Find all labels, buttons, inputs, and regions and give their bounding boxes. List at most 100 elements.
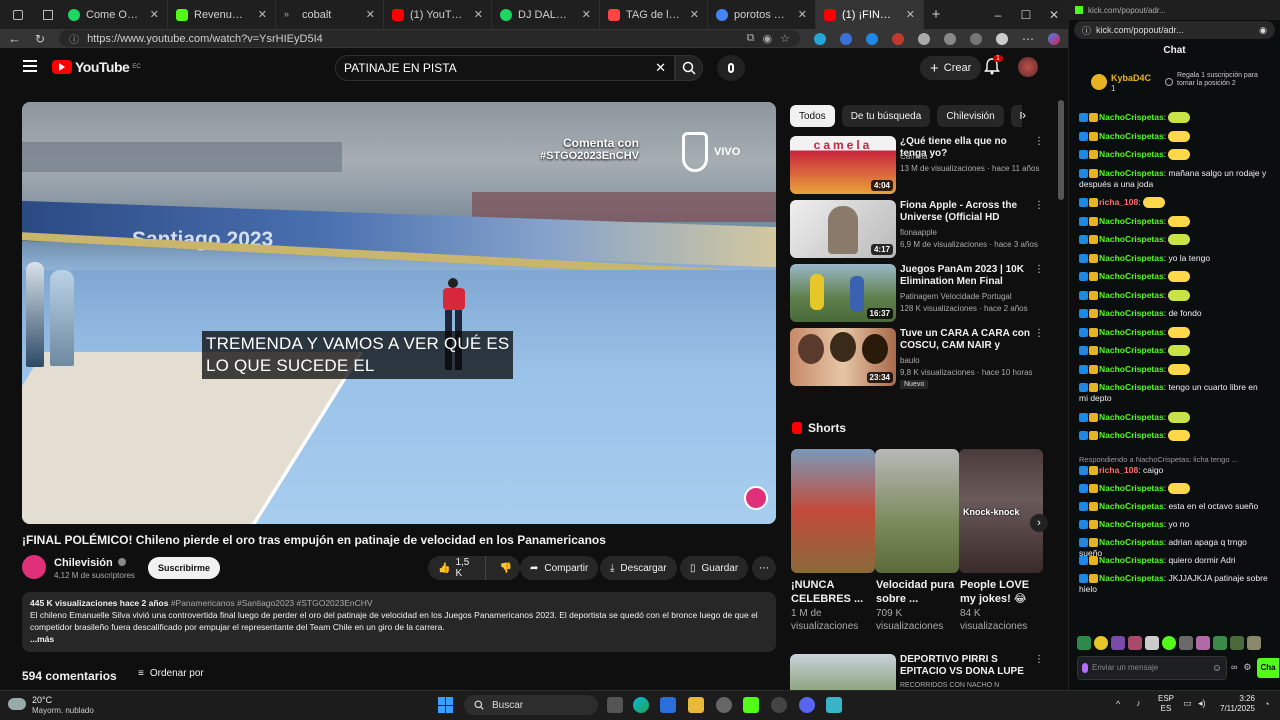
like-button[interactable]: 👍 1,5 K [428,556,486,580]
tracking-icon[interactable]: ◉ [763,32,773,45]
tab-close-icon[interactable]: ✕ [258,8,267,21]
tab-7-active[interactable]: (1) ¡FINAL POLÉMIC✕ [816,0,924,29]
notification-center-icon[interactable]: ◔ [1264,699,1269,709]
dislike-button[interactable]: 👎 [492,563,520,574]
chat-username[interactable]: NachoCrispetas [1099,382,1164,392]
channel-name[interactable]: Chilevisión [54,557,126,569]
share-button[interactable]: ➦ Compartir [520,556,599,580]
chat-username[interactable]: NachoCrispetas [1099,216,1164,226]
channel-avatar[interactable] [22,555,46,579]
bookmark-star-icon[interactable]: ☆ [780,32,790,45]
chat-send-button[interactable]: Cha [1257,658,1279,678]
chip-from-search[interactable]: De tu búsqueda [841,105,931,127]
url-field[interactable]: ⓘ https://www.youtube.com/watch?v=YsrHIE… [59,30,800,47]
tab-close-icon[interactable]: ✕ [366,8,375,21]
tab-close-icon[interactable]: ✕ [150,8,159,21]
chips-next-icon[interactable]: › [1022,108,1026,122]
close-window-icon[interactable]: ✕ [1040,8,1068,22]
emoji-icon[interactable]: ☺ [1212,663,1222,674]
emote-icon[interactable] [1179,636,1193,650]
emote-icon[interactable] [1111,636,1125,650]
task-view-icon[interactable] [607,697,623,713]
chat-username[interactable]: NachoCrispetas [1099,290,1164,300]
chat-url-bar[interactable]: ⓘ kick.com/popout/adr... ◉ [1074,21,1275,39]
chat-username[interactable]: NachoCrispetas [1099,271,1164,281]
tab-1[interactable]: Revenue - Kick Dash✕ [168,0,276,29]
more-actions-button[interactable]: ⋯ [752,556,776,580]
rec-video-0[interactable]: camela 4:04 ¿Qué tiene ella que no tenga… [790,136,1045,196]
download-button[interactable]: ⤓ Descargar [600,556,677,580]
chat-username[interactable]: richa_108 [1099,197,1138,207]
back-icon[interactable]: ← [8,31,21,46]
tab-0[interactable]: Come Over - Radio✕ [60,0,168,29]
emote-icon[interactable] [1162,636,1176,650]
voice-search-button[interactable] [717,55,745,81]
chat-username[interactable]: NachoCrispetas [1099,112,1164,122]
chat-username[interactable]: NachoCrispetas [1099,412,1164,422]
tab-close-icon[interactable]: ✕ [906,8,915,21]
emote-icon[interactable] [1077,636,1091,650]
tab-close-icon[interactable]: ✕ [798,8,807,21]
hamburger-menu-icon[interactable] [23,60,37,72]
chat-username[interactable]: NachoCrispetas [1099,483,1164,493]
chat-username[interactable]: richa_108 [1099,465,1138,475]
chat-username[interactable]: NachoCrispetas [1099,555,1164,565]
emote-icon[interactable] [1196,636,1210,650]
chat-username[interactable]: NachoCrispetas [1099,234,1164,244]
chat-username[interactable]: NachoCrispetas [1099,253,1164,263]
tab-close-icon[interactable]: ✕ [474,8,483,21]
chat-username[interactable]: NachoCrispetas [1099,131,1164,141]
emote-icon[interactable] [1247,636,1261,650]
maximize-icon[interactable]: ☐ [1012,8,1040,22]
shorts-next-icon[interactable]: › [1030,514,1048,532]
show-more-link[interactable]: ...más [30,633,768,645]
more-menu-icon[interactable]: ⋯ [1022,32,1034,46]
store-icon[interactable] [660,697,676,713]
extensions-puzzle-icon[interactable] [944,32,956,45]
chat-input[interactable]: Enviar un mensaje ☺ [1077,656,1227,680]
tab-sidebar-icon[interactable] [36,0,60,29]
chat-username[interactable]: NachoCrispetas [1099,573,1164,583]
reload-icon[interactable]: ↻ [35,32,45,46]
more-vertical-icon[interactable]: ⋮ [1034,136,1044,147]
create-button[interactable]: + Crear [920,56,982,80]
chat-username[interactable]: NachoCrispetas [1099,168,1164,178]
rec-video-4[interactable]: DEPORTIVO PIRRI S EPITACIO VS DONA LUPE … [790,654,1045,690]
description-box[interactable]: 445 K visualizaciones hace 2 años #Panam… [22,592,776,652]
browser-menu-icon[interactable] [0,0,36,29]
tab-3[interactable]: (1) YouTube ✕ [384,0,492,29]
chat-username[interactable]: NachoCrispetas [1099,345,1164,355]
copilot-icon[interactable] [1048,32,1060,45]
sort-comments-button[interactable]: ≡ Ordenar por [138,668,204,679]
app-icon[interactable] [771,697,787,713]
chat-username[interactable]: NachoCrispetas [1099,537,1164,547]
chat-username[interactable]: NachoCrispetas [1099,519,1164,529]
app-icon[interactable] [716,697,732,713]
extension-icon[interactable] [814,32,826,45]
chip-channel[interactable]: Chilevisión [937,105,1004,127]
rec-video-1[interactable]: 4:17 Fiona Apple - Across the Universe (… [790,200,1045,260]
subscribe-button[interactable]: Suscribirme [148,557,221,579]
emote-icon[interactable] [1230,636,1244,650]
youtube-logo[interactable]: YouTube EC [52,59,141,75]
settings-icon[interactable]: ⚙ [1243,662,1251,673]
install-icon[interactable]: ⧉ [747,32,755,45]
search-button[interactable] [675,55,703,81]
short-1[interactable] [875,449,959,573]
clear-search-icon[interactable]: ✕ [655,60,666,76]
gift-sub-banner[interactable]: KybaD4C 1 Regala 1 suscripción para toma… [1091,72,1277,94]
channel-watermark-icon[interactable] [744,486,768,510]
chat-username[interactable]: NachoCrispetas [1099,308,1164,318]
chat-username[interactable]: NachoCrispetas [1099,501,1164,511]
tab-2[interactable]: » cobalt ✕ [276,0,384,29]
weather-widget[interactable]: 20°C Mayorm. nublado [8,694,98,718]
save-button[interactable]: ▯ Guardar [680,556,749,580]
chat-username[interactable]: NachoCrispetas [1099,149,1164,159]
volume-icon[interactable]: ◂) [1198,698,1206,709]
page-scrollbar[interactable] [1058,90,1064,690]
more-vertical-icon[interactable]: ⋮ [1034,328,1044,339]
discord-icon[interactable] [799,697,815,713]
new-tab-icon[interactable]: + [924,6,948,23]
tab-4[interactable]: DJ DALAS - playlist✕ [492,0,600,29]
notepad-icon[interactable] [826,697,842,713]
